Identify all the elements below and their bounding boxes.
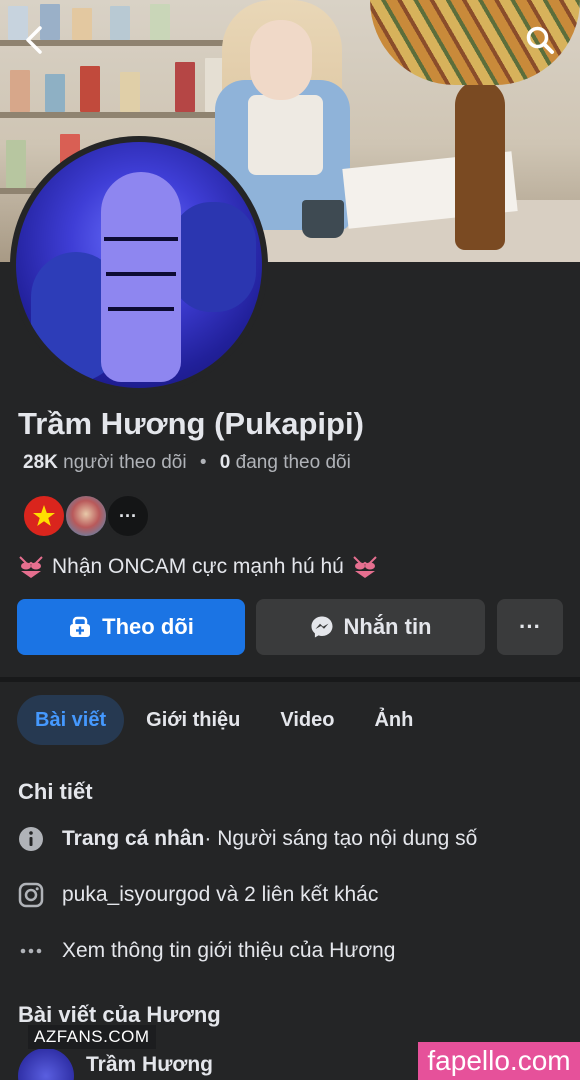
followers-label: người theo dõi (63, 452, 187, 473)
instagram-icon (18, 882, 44, 908)
profile-avatar[interactable] (16, 142, 262, 388)
book (175, 62, 195, 112)
detail-about[interactable]: Xem thông tin giới thiệu của Hương (18, 936, 395, 966)
search-button[interactable] (520, 20, 560, 60)
watermark-right: fapello.com (418, 1042, 580, 1080)
stats-separator: • (199, 452, 207, 473)
shelf (0, 112, 250, 118)
person-top (248, 95, 323, 175)
vietnam-flag-badge[interactable] (22, 494, 66, 538)
info-icon (18, 826, 44, 852)
follow-label: Theo dõi (102, 614, 194, 639)
page-type-label: Trang cá nhân (62, 827, 205, 850)
avatar-strap (108, 307, 174, 311)
instagram-link[interactable]: puka_isyourgod và 2 liên kết khác (62, 883, 378, 907)
artwork-badge[interactable] (64, 494, 108, 538)
section-divider (0, 677, 580, 682)
avatar-fur (171, 202, 256, 312)
followers-count: 28K (23, 452, 58, 473)
post-author-avatar[interactable] (18, 1048, 74, 1080)
profile-tabs: Bài viết Giới thiệu Video Ảnh (17, 695, 435, 745)
mutual-badges[interactable]: ··· (22, 494, 150, 538)
page-type-category: · Người sáng tạo nội dung số (204, 827, 478, 850)
bikini-emoji-icon (19, 556, 43, 578)
follow-stats[interactable]: 28K người theo dõi • 0 đang theo dõi (23, 452, 351, 474)
tab-posts[interactable]: Bài viết (17, 695, 125, 745)
book (150, 4, 170, 40)
post-header[interactable]: Trầm Hương (18, 1048, 213, 1080)
detail-instagram[interactable]: puka_isyourgod và 2 liên kết khác (18, 880, 378, 910)
book (10, 70, 30, 112)
bikini-emoji-icon (353, 556, 377, 578)
tab-about[interactable]: Giới thiệu (128, 695, 258, 745)
watermark-left: AZFANS.COM (28, 1025, 156, 1049)
star-icon (33, 505, 55, 526)
following-count: 0 (219, 452, 231, 473)
avatar-strap (106, 272, 176, 276)
more-options-button[interactable]: ··· (497, 599, 563, 655)
book (72, 8, 92, 40)
tab-photos[interactable]: Ảnh (356, 695, 431, 745)
search-icon (526, 26, 554, 54)
avatar-figure (101, 172, 181, 382)
messenger-icon (311, 616, 332, 638)
tab-video[interactable]: Video (262, 695, 352, 745)
profile-name: Trầm Hương (Pukapipi) (18, 406, 364, 441)
profile-bio: Nhận ONCAM cực mạnh hú hú (18, 555, 378, 579)
book (6, 140, 26, 188)
book (110, 6, 130, 40)
person-face (250, 20, 312, 100)
book (120, 72, 140, 112)
bio-text: Nhận ONCAM cực mạnh hú hú (52, 555, 344, 578)
follow-icon (70, 616, 91, 637)
post-author-name[interactable]: Trầm Hương (86, 1053, 213, 1077)
avatar-strap (104, 237, 178, 241)
book (80, 66, 100, 112)
following-label: đang theo dõi (235, 452, 351, 473)
mug (302, 200, 344, 238)
back-arrow-icon (26, 26, 42, 54)
details-title: Chi tiết (18, 779, 93, 804)
about-link[interactable]: Xem thông tin giới thiệu của Hương (62, 939, 395, 963)
back-button[interactable] (14, 20, 54, 60)
follow-button[interactable]: Theo dõi (17, 599, 245, 655)
more-badges-button[interactable]: ··· (106, 494, 150, 538)
ellipsis-icon (18, 938, 44, 964)
message-button[interactable]: Nhắn tin (256, 599, 485, 655)
book (45, 74, 65, 112)
detail-page-type: Trang cá nhân · Người sáng tạo nội dung … (18, 824, 477, 854)
lamp-stand (455, 80, 505, 250)
message-label: Nhắn tin (343, 614, 432, 639)
